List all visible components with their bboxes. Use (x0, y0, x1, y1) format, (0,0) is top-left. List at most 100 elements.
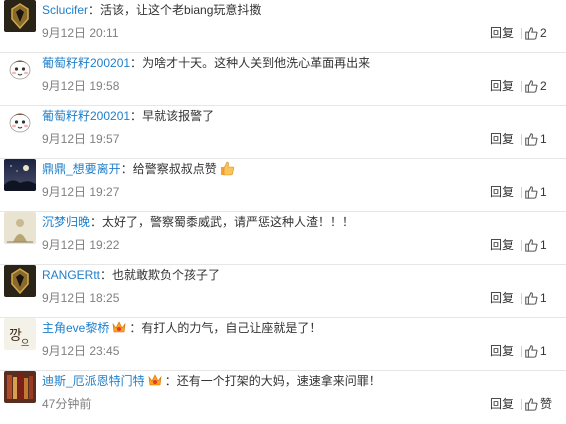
action-divider (521, 81, 522, 92)
like-count: 1 (540, 291, 547, 305)
like-count: 1 (540, 238, 547, 252)
comment-text: 早就该报警了 (142, 109, 215, 123)
comment-text: 为啥才十天。这种人关到他洗心革面再出来 (142, 56, 371, 70)
comment-username[interactable]: 主角eve黎桥 (42, 321, 109, 335)
action-divider (521, 399, 522, 410)
like-button[interactable]: 2 (524, 23, 564, 43)
cartoon-face-avatar[interactable] (4, 106, 36, 138)
like-button[interactable]: 1 (524, 235, 564, 255)
comment-content: 葡萄籽籽200201：早就该报警了 (42, 106, 552, 126)
thumbs-up-icon (524, 26, 540, 40)
action-divider (521, 293, 522, 304)
comment-separator: ： (164, 374, 177, 388)
bookshelf-avatar[interactable] (4, 371, 36, 403)
comment-item: RANGERtt：也就敢欺负个孩子了 9月12日 18:25 回复 1 (0, 265, 566, 318)
comment-username[interactable]: Sclucifer (42, 3, 88, 17)
comment-text: 有打人的力气，自己让座就是了！ (141, 321, 322, 335)
reply-button[interactable]: 回复 (490, 342, 514, 360)
comment-item: 깡 으 主角eve黎桥 ：有打人的力气，自己让座就是了！ 9月12日 23:45 回复 1 (0, 318, 566, 371)
comment-username[interactable]: RANGERtt (42, 268, 100, 282)
action-divider (521, 134, 522, 145)
comment-username[interactable]: 葡萄籽籽200201 (42, 56, 130, 70)
comment-content: 迪斯_厄派恩特门特 ：还有一个打架的大妈，速速拿来问罪！ (42, 371, 552, 391)
comment-time: 9月12日 19:27 (42, 185, 120, 199)
like-count: 2 (540, 26, 547, 40)
comment-text: 太好了，警察蜀黍威武，请严惩这种人渣！！！ (102, 215, 355, 229)
like-button[interactable]: 1 (524, 182, 564, 202)
comment-text: 活该，让这个老biang玩意抖擞 (100, 3, 262, 17)
comment-content: 主角eve黎桥 ：有打人的力气，自己让座就是了！ (42, 318, 552, 338)
reply-button[interactable]: 回复 (490, 183, 514, 201)
like-count: 1 (540, 344, 547, 358)
comment-content: 沉梦归晚：太好了，警察蜀黍威武，请严惩这种人渣！！！ (42, 212, 552, 232)
like-count: 1 (540, 132, 547, 146)
reply-button[interactable]: 回复 (490, 130, 514, 148)
thumbs-up-icon (524, 344, 540, 358)
action-divider (521, 346, 522, 357)
comment-text: 还有一个打架的大妈，速速拿来问罪！ (176, 374, 381, 388)
action-divider (521, 28, 522, 39)
reply-button[interactable]: 回复 (490, 395, 514, 413)
like-count: 2 (540, 79, 547, 93)
comment-item: 沉梦归晚：太好了，警察蜀黍威武，请严惩这种人渣！！！ 9月12日 19:22 回复 1 (0, 212, 566, 265)
comment-separator: ： (120, 162, 133, 176)
comment-item: Sclucifer：活该，让这个老biang玩意抖擞 9月12日 20:11 回复 2 (0, 0, 566, 53)
sketch-figure-avatar[interactable] (4, 212, 36, 244)
comment-item: 葡萄籽籽200201：为啥才十天。这种人关到他洗心革面再出来 9月12日 19:5… (0, 53, 566, 106)
thumbs-up-emoji (219, 160, 235, 176)
comment-separator: ： (130, 109, 143, 123)
comment-separator: ： (88, 3, 101, 17)
svg-text:으: 으 (21, 338, 29, 349)
comment-content: 鼎鼎_想要离开：给警察叔叔点赞 (42, 159, 552, 179)
thumbs-up-icon (524, 397, 540, 411)
cartoon-face-avatar[interactable] (4, 53, 36, 85)
comment-content: Sclucifer：活该，让这个老biang玩意抖擞 (42, 0, 552, 20)
comment-text: 也就敢欺负个孩子了 (112, 268, 221, 282)
reply-button[interactable]: 回复 (490, 24, 514, 42)
action-divider (521, 187, 522, 198)
comment-text: 给警察叔叔点赞 (132, 162, 217, 176)
night-sky-avatar[interactable] (4, 159, 36, 191)
like-button[interactable]: 1 (524, 129, 564, 149)
comment-separator: ： (129, 321, 142, 335)
thumbs-up-icon (524, 238, 540, 252)
comment-time: 9月12日 18:25 (42, 291, 120, 305)
thumbs-up-icon (524, 291, 540, 305)
action-divider (521, 240, 522, 251)
comment-item: 迪斯_厄派恩特门特 ：还有一个打架的大妈，速速拿来问罪！ 47分钟前 回复 赞 (0, 371, 566, 424)
warcraft-crest-avatar[interactable] (4, 265, 36, 297)
like-count: 赞 (540, 397, 553, 411)
comment-time: 9月12日 19:58 (42, 79, 120, 93)
comment-content: RANGERtt：也就敢欺负个孩子了 (42, 265, 552, 285)
thumbs-up-icon (524, 185, 540, 199)
comment-username[interactable]: 沉梦归晚 (42, 215, 90, 229)
comment-item: 葡萄籽籽200201：早就该报警了 9月12日 19:57 回复 1 (0, 106, 566, 159)
like-button[interactable]: 1 (524, 341, 564, 361)
comment-time: 9月12日 20:11 (42, 26, 119, 40)
comment-item: 鼎鼎_想要离开：给警察叔叔点赞 9月12日 19:27 回复 1 (0, 159, 566, 212)
comment-separator: ： (90, 215, 103, 229)
comment-separator: ： (100, 268, 113, 282)
like-button[interactable]: 赞 (524, 394, 564, 414)
comment-separator: ： (130, 56, 143, 70)
comment-time: 9月12日 19:22 (42, 238, 120, 252)
reply-button[interactable]: 回复 (490, 289, 514, 307)
vip-badge-emoji (147, 372, 163, 388)
comment-time: 47分钟前 (42, 397, 92, 411)
comment-username[interactable]: 葡萄籽籽200201 (42, 109, 130, 123)
reply-button[interactable]: 回复 (490, 77, 514, 95)
calligraphy-avatar[interactable]: 깡으 (4, 318, 36, 350)
like-button[interactable]: 1 (524, 288, 564, 308)
comment-username[interactable]: 迪斯_厄派恩特门特 (42, 374, 145, 388)
like-button[interactable]: 2 (524, 76, 564, 96)
reply-button[interactable]: 回复 (490, 236, 514, 254)
thumbs-up-icon (524, 79, 540, 93)
comment-username[interactable]: 鼎鼎_想要离开 (42, 162, 121, 176)
vip-badge-emoji (111, 319, 127, 335)
thumbs-up-icon (524, 132, 540, 146)
comment-content: 葡萄籽籽200201：为啥才十天。这种人关到他洗心革面再出来 (42, 53, 552, 73)
like-count: 1 (540, 185, 547, 199)
warcraft-crest-avatar[interactable] (4, 0, 36, 32)
comment-time: 9月12日 19:57 (42, 132, 120, 146)
comment-time: 9月12日 23:45 (42, 344, 120, 358)
